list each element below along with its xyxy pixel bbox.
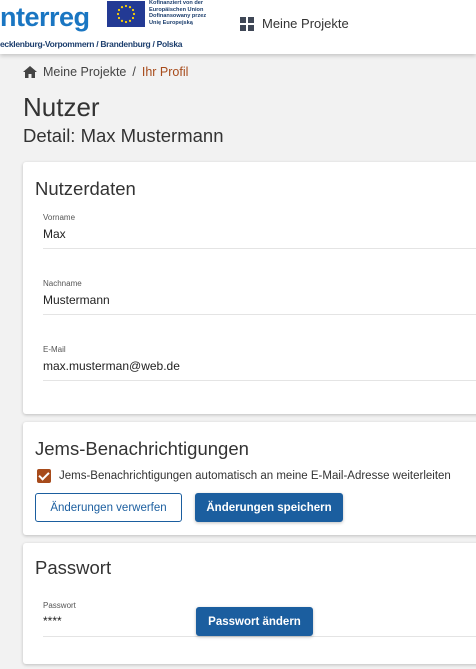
- notifications-title: Jems-Benachrichtigungen: [35, 438, 249, 459]
- last-name-value: Mustermann: [43, 293, 110, 307]
- nav-label: Meine Projekte: [262, 16, 349, 31]
- app-header: nterreg ecklenburg-Vorpommern / Brandenb…: [0, 0, 476, 54]
- notifications-checkbox[interactable]: [37, 469, 51, 483]
- logo-region-text: ecklenburg-Vorpommern / Brandenburg / Po…: [0, 39, 183, 49]
- password-label: Passwort: [43, 601, 76, 610]
- email-value: max.musterman@web.de: [43, 359, 180, 373]
- breadcrumb-current[interactable]: Ihr Profil: [142, 65, 189, 79]
- last-name-label: Nachname: [43, 279, 82, 288]
- user-data-title: Nutzerdaten: [35, 178, 136, 199]
- breadcrumb: Meine Projekte / Ihr Profil: [23, 65, 188, 79]
- notifications-card: Jems-Benachrichtigungen Jems-Benachricht…: [23, 422, 476, 535]
- email-field[interactable]: E-Mail max.musterman@web.de: [43, 342, 476, 381]
- password-value: ****: [43, 614, 62, 628]
- save-changes-button[interactable]: Änderungen speichern: [195, 493, 343, 522]
- nav-meine-projekte[interactable]: Meine Projekte: [240, 16, 349, 31]
- breadcrumb-separator: /: [132, 65, 136, 79]
- page-title: Nutzer: [23, 92, 100, 122]
- home-icon[interactable]: [23, 66, 37, 78]
- interreg-logo[interactable]: nterreg: [0, 2, 90, 32]
- eu-flag-icon: [107, 1, 145, 27]
- first-name-field[interactable]: Vorname Max: [43, 210, 476, 249]
- password-title: Passwort: [35, 557, 112, 578]
- notifications-checkbox-row[interactable]: Jems-Benachrichtigungen automatisch an m…: [37, 469, 451, 483]
- first-name-label: Vorname: [43, 213, 76, 222]
- page-subtitle: Detail: Max Mustermann: [23, 125, 224, 146]
- discard-changes-button[interactable]: Änderungen verwerfen: [35, 493, 182, 522]
- dashboard-icon: [240, 16, 254, 31]
- first-name-value: Max: [43, 227, 66, 241]
- eu-cofunding-text: Kofinanziert von der Europäischen Union …: [149, 0, 207, 26]
- last-name-field[interactable]: Nachname Mustermann: [43, 276, 476, 315]
- change-password-button[interactable]: Passwort ändern: [196, 607, 313, 636]
- email-label: E-Mail: [43, 345, 66, 354]
- user-data-card: Nutzerdaten Vorname Max Nachname Musterm…: [23, 162, 476, 414]
- notifications-checkbox-label: Jems-Benachrichtigungen automatisch an m…: [59, 470, 451, 482]
- password-card: Passwort Passwort **** Passwort ändern: [23, 543, 476, 664]
- breadcrumb-meine-projekte[interactable]: Meine Projekte: [43, 65, 126, 79]
